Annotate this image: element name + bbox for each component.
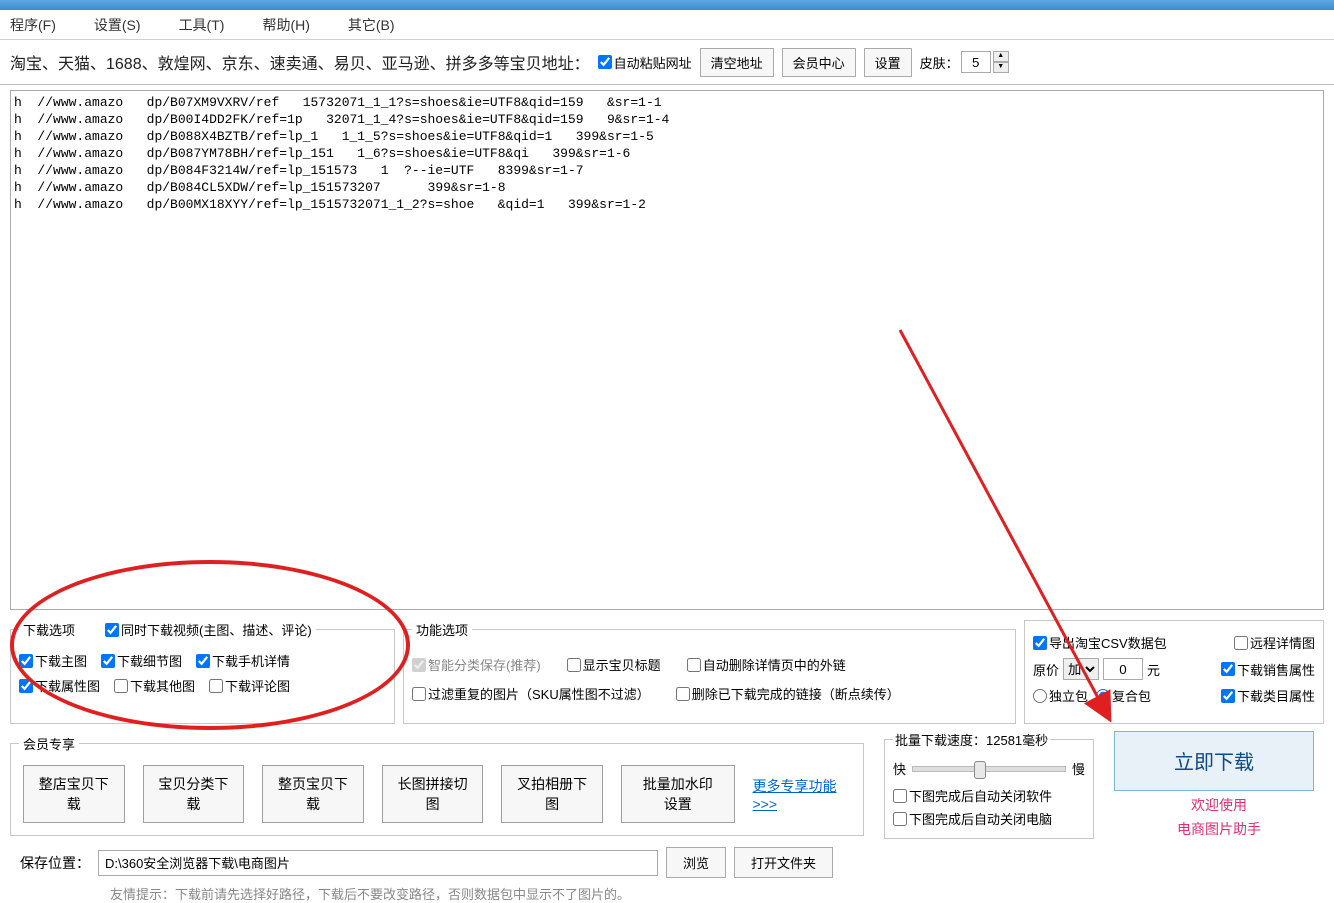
speed-group: 批量下载速度：12581毫秒 快 慢 下图完成后自动关闭软件 下图完成后自动关闭… <box>884 730 1094 839</box>
skin-selector: 皮肤： ▲ ▼ <box>920 51 1009 73</box>
welcome-text-2: 电商图片助手 <box>1114 819 1324 839</box>
shop-download-button[interactable]: 整店宝贝下载 <box>23 765 125 823</box>
menu-other[interactable]: 其它(B) <box>348 15 395 35</box>
download-area: 立即下载 欢迎使用 电商图片助手 <box>1114 731 1324 839</box>
speed-legend: 批量下载速度：12581毫秒 <box>893 730 1050 749</box>
price-op-select[interactable]: 加 <box>1063 658 1099 680</box>
price-row: 原价 加 元 <box>1033 658 1160 680</box>
save-label: 保存位置： <box>20 853 90 873</box>
url-textarea[interactable]: h //www.amazo dp/B07XM9VXRV/ref 15732071… <box>10 90 1324 610</box>
pkg-single-radio[interactable]: 独立包 <box>1033 686 1088 705</box>
download-now-button[interactable]: 立即下载 <box>1114 731 1314 791</box>
tip-text: 友情提示：下载前请先选择好路径，下载后不要改变路径，否则数据包中显示不了图片的。 <box>0 884 1334 903</box>
menu-program[interactable]: 程序(F) <box>10 15 56 35</box>
skin-up-icon[interactable]: ▲ <box>993 51 1009 62</box>
album-download-button[interactable]: 叉拍相册下图 <box>501 765 603 823</box>
export-csv-checkbox[interactable]: 导出淘宝CSV数据包 <box>1033 633 1167 652</box>
top-bar: 淘宝、天猫、1688、敦煌网、京东、速卖通、易贝、亚马逊、拼多多等宝贝地址： 自… <box>0 40 1334 85</box>
remote-detail-checkbox[interactable]: 远程详情图 <box>1234 633 1315 652</box>
welcome-text-1: 欢迎使用 <box>1114 795 1324 815</box>
long-image-button[interactable]: 长图拼接切图 <box>382 765 484 823</box>
save-row: 保存位置： 浏览 打开文件夹 <box>0 839 1334 878</box>
skin-value[interactable] <box>961 51 991 73</box>
browse-button[interactable]: 浏览 <box>666 847 726 878</box>
option-panels: 下载选项 同时下载视频(主图、描述、评论) 下载主图 下载细节图 下载手机详情 … <box>0 616 1334 724</box>
close-software-checkbox[interactable]: 下图完成后自动关闭软件 <box>893 786 1085 805</box>
download-video-checkbox[interactable]: 同时下载视频(主图、描述、评论) <box>105 620 312 639</box>
menu-help[interactable]: 帮助(H) <box>262 15 309 35</box>
speed-fast-label: 快 <box>893 759 906 778</box>
speed-slider[interactable] <box>912 766 1066 772</box>
menu-settings[interactable]: 设置(S) <box>94 15 141 35</box>
slider-thumb[interactable] <box>974 761 986 779</box>
skin-label: 皮肤： <box>920 53 959 72</box>
download-options-group: 下载选项 同时下载视频(主图、描述、评论) 下载主图 下载细节图 下载手机详情 … <box>10 620 395 724</box>
skin-down-icon[interactable]: ▼ <box>993 62 1009 73</box>
category-download-button[interactable]: 宝贝分类下载 <box>143 765 245 823</box>
cat-attr-checkbox[interactable]: 下载类目属性 <box>1221 686 1315 705</box>
download-main-checkbox[interactable]: 下载主图 <box>19 651 87 670</box>
sale-attr-checkbox[interactable]: 下载销售属性 <box>1221 660 1315 679</box>
download-other-checkbox[interactable]: 下载其他图 <box>114 676 195 695</box>
title-bar <box>0 0 1334 10</box>
auto-paste-checkbox[interactable]: 自动粘贴网址 <box>598 53 692 72</box>
delete-done-checkbox[interactable]: 删除已下载完成的链接（断点续传） <box>676 684 900 703</box>
clear-address-button[interactable]: 清空地址 <box>700 48 774 77</box>
member-row: 会员专享 整店宝贝下载 宝贝分类下载 整页宝贝下载 长图拼接切图 叉拍相册下图 … <box>0 730 1334 839</box>
price-label: 原价 <box>1033 660 1059 679</box>
show-title-checkbox[interactable]: 显示宝贝标题 <box>567 655 661 674</box>
download-detail-checkbox[interactable]: 下载细节图 <box>101 651 182 670</box>
download-options-legend: 下载选项 同时下载视频(主图、描述、评论) <box>19 620 316 639</box>
function-options-legend: 功能选项 <box>412 620 472 639</box>
download-attr-checkbox[interactable]: 下载属性图 <box>19 676 100 695</box>
more-features-link[interactable]: 更多专享功能>>> <box>753 776 846 812</box>
price-unit: 元 <box>1147 660 1160 679</box>
download-review-checkbox[interactable]: 下载评论图 <box>209 676 290 695</box>
page-download-button[interactable]: 整页宝贝下载 <box>262 765 364 823</box>
price-value-input[interactable] <box>1103 658 1143 680</box>
save-path-input[interactable] <box>98 850 658 876</box>
member-legend: 会员专享 <box>19 734 79 753</box>
export-group: 导出淘宝CSV数据包 远程详情图 原价 加 元 下载销售属性 独立包 复合包 下… <box>1024 620 1324 724</box>
menu-tools[interactable]: 工具(T) <box>179 15 225 35</box>
watermark-button[interactable]: 批量加水印设置 <box>621 765 735 823</box>
member-center-button[interactable]: 会员中心 <box>782 48 856 77</box>
skin-spinner: ▲ ▼ <box>993 51 1009 73</box>
pkg-combo-radio[interactable]: 复合包 <box>1096 686 1151 705</box>
settings-button[interactable]: 设置 <box>864 48 912 77</box>
filter-dup-checkbox[interactable]: 过滤重复的图片（SKU属性图不过滤） <box>412 684 650 703</box>
smart-save-checkbox: 智能分类保存(推荐) <box>412 655 541 674</box>
auto-delete-links-checkbox[interactable]: 自动删除详情页中的外链 <box>687 655 846 674</box>
address-label: 淘宝、天猫、1688、敦煌网、京东、速卖通、易贝、亚马逊、拼多多等宝贝地址： <box>10 50 590 74</box>
open-folder-button[interactable]: 打开文件夹 <box>734 847 833 878</box>
member-group: 会员专享 整店宝贝下载 宝贝分类下载 整页宝贝下载 长图拼接切图 叉拍相册下图 … <box>10 734 864 836</box>
speed-slow-label: 慢 <box>1072 759 1085 778</box>
download-mobile-checkbox[interactable]: 下载手机详情 <box>196 651 290 670</box>
menu-bar: 程序(F) 设置(S) 工具(T) 帮助(H) 其它(B) <box>0 10 1334 40</box>
close-pc-checkbox[interactable]: 下图完成后自动关闭电脑 <box>893 809 1085 828</box>
function-options-group: 功能选项 智能分类保存(推荐) 显示宝贝标题 自动删除详情页中的外链 过滤重复的… <box>403 620 1016 724</box>
